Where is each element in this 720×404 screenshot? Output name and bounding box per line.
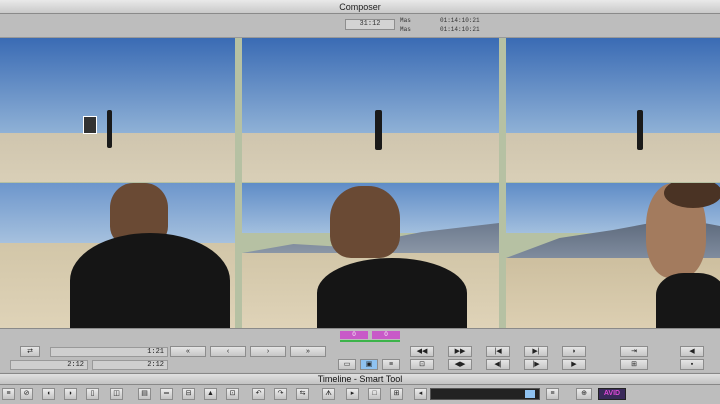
step-forward-button[interactable]: › <box>250 346 286 357</box>
camera-frame-6[interactable] <box>506 183 720 328</box>
segment-icon[interactable]: ◫ <box>110 388 123 400</box>
overwrite-icon[interactable]: ═ <box>160 388 173 400</box>
red-segment-icon[interactable]: ▤ <box>138 388 151 400</box>
shoulders-shape <box>317 258 467 328</box>
zoom-slider-handle[interactable] <box>525 390 535 398</box>
camera-frame-1[interactable] <box>0 38 235 182</box>
source-timecode-field[interactable]: 1:21 <box>50 347 168 357</box>
menu-icon[interactable]: ≡ <box>2 388 15 400</box>
step-back-icon[interactable]: ◀| <box>486 359 510 370</box>
camera-frame-5[interactable] <box>242 183 499 328</box>
no-entry-icon[interactable]: ⊘ <box>20 388 33 400</box>
figure-shape <box>637 110 643 150</box>
extract-icon[interactable]: ⊞ <box>620 359 648 370</box>
track-options-button[interactable]: ⇄ <box>20 346 40 357</box>
single-view-button[interactable]: ▣ <box>360 359 378 370</box>
redo-icon[interactable]: ↷ <box>274 388 287 400</box>
zoom-slider[interactable] <box>430 388 540 400</box>
box-icon[interactable]: □ <box>368 388 381 400</box>
track-icon[interactable]: ⊞ <box>390 388 403 400</box>
camera-frame-2[interactable] <box>242 38 499 182</box>
trim-icon[interactable]: ⊡ <box>410 359 434 370</box>
timecode-label-2[interactable]: Mas <box>400 26 411 33</box>
timeline-menu-icon[interactable]: ≡ <box>546 388 559 400</box>
duration-field-b[interactable]: 2:12 <box>92 360 168 370</box>
forward-icon[interactable]: ▶▶ <box>448 346 472 357</box>
timecode-label-1[interactable]: Mas <box>400 17 411 24</box>
camera-frame-3[interactable] <box>506 38 720 182</box>
duration-display[interactable]: 31:12 <box>345 19 395 30</box>
controls-panel: 0 0 ⇄ 1:21 « ‹ › » 2:12 2:12 ▭ ▣ ≡ ◀◀ ▶▶… <box>0 328 720 372</box>
shoulders-shape <box>70 233 230 328</box>
mark-out-icon[interactable]: ◗ <box>64 388 77 400</box>
multicam-grid <box>0 38 720 328</box>
rewind-button[interactable]: « <box>170 346 206 357</box>
audio-icon[interactable]: ◂ <box>414 388 427 400</box>
rewind-icon[interactable]: ◀◀ <box>410 346 434 357</box>
clip-icon[interactable]: ▯ <box>86 388 99 400</box>
mark-in-icon[interactable]: ◖ <box>42 388 55 400</box>
splice-in-icon[interactable]: ⊟ <box>182 388 195 400</box>
trim-tool-icon[interactable]: ⇆ <box>296 388 309 400</box>
camera-overlay-icon <box>83 116 97 134</box>
settings-icon[interactable]: ⊕ <box>576 388 592 400</box>
lift-icon[interactable]: ⇥ <box>620 346 648 357</box>
smart-tool-icon[interactable]: ᗑ <box>322 388 335 400</box>
step-back-button[interactable]: ‹ <box>210 346 246 357</box>
position-bar <box>340 340 400 342</box>
avid-logo: AVID <box>598 388 626 400</box>
head-shape <box>330 186 400 258</box>
camera-frame-4[interactable] <box>0 183 235 328</box>
window-title: Composer <box>0 0 720 14</box>
figure-shape <box>107 110 112 148</box>
timecode-strip: 31:12 Mas 01:14:10:21 Mas 01:14:10:21 <box>0 14 720 38</box>
timeline-title: Timeline - Smart Tool <box>0 373 720 385</box>
fast-forward-button[interactable]: » <box>290 346 326 357</box>
timecode-value-1: 01:14:10:21 <box>440 17 480 24</box>
pointer-icon[interactable]: ▸ <box>346 388 359 400</box>
extract-tool-icon[interactable]: ⊡ <box>226 388 239 400</box>
composer-window: Composer 31:12 Mas 01:14:10:21 Mas 01:14… <box>0 0 720 404</box>
prev-edit-icon[interactable]: |◀ <box>486 346 510 357</box>
sync-view-button[interactable]: ≡ <box>382 359 400 370</box>
slip-icon[interactable]: ◀▶ <box>448 359 472 370</box>
mark-out-indicator[interactable]: 0 <box>372 331 400 339</box>
split-view-button[interactable]: ▭ <box>338 359 356 370</box>
step-forward-icon[interactable]: |▶ <box>524 359 548 370</box>
next-edit-icon[interactable]: ▶| <box>524 346 548 357</box>
stop-icon[interactable]: ▪ <box>680 359 704 370</box>
duration-field-a[interactable]: 2:12 <box>10 360 88 370</box>
mark-in-indicator[interactable]: 0 <box>340 331 368 339</box>
splice-icon[interactable]: ▶ <box>562 359 586 370</box>
figure-shape <box>375 110 382 150</box>
lift-tool-icon[interactable]: ▲ <box>204 388 217 400</box>
timeline-toolbar: ≡ ⊘ ◖ ◗ ▯ ◫ ▤ ═ ⊟ ▲ ⊡ ↶ ↷ ⇆ ᗑ ▸ □ ⊞ ◂ ≡ … <box>0 385 720 404</box>
play-reverse-icon[interactable]: ◀ <box>680 346 704 357</box>
undo-icon[interactable]: ↶ <box>252 388 265 400</box>
timecode-value-2: 01:14:10:21 <box>440 26 480 33</box>
mark-clip-icon[interactable]: ◗ <box>562 346 586 357</box>
shoulders-shape <box>656 273 720 328</box>
